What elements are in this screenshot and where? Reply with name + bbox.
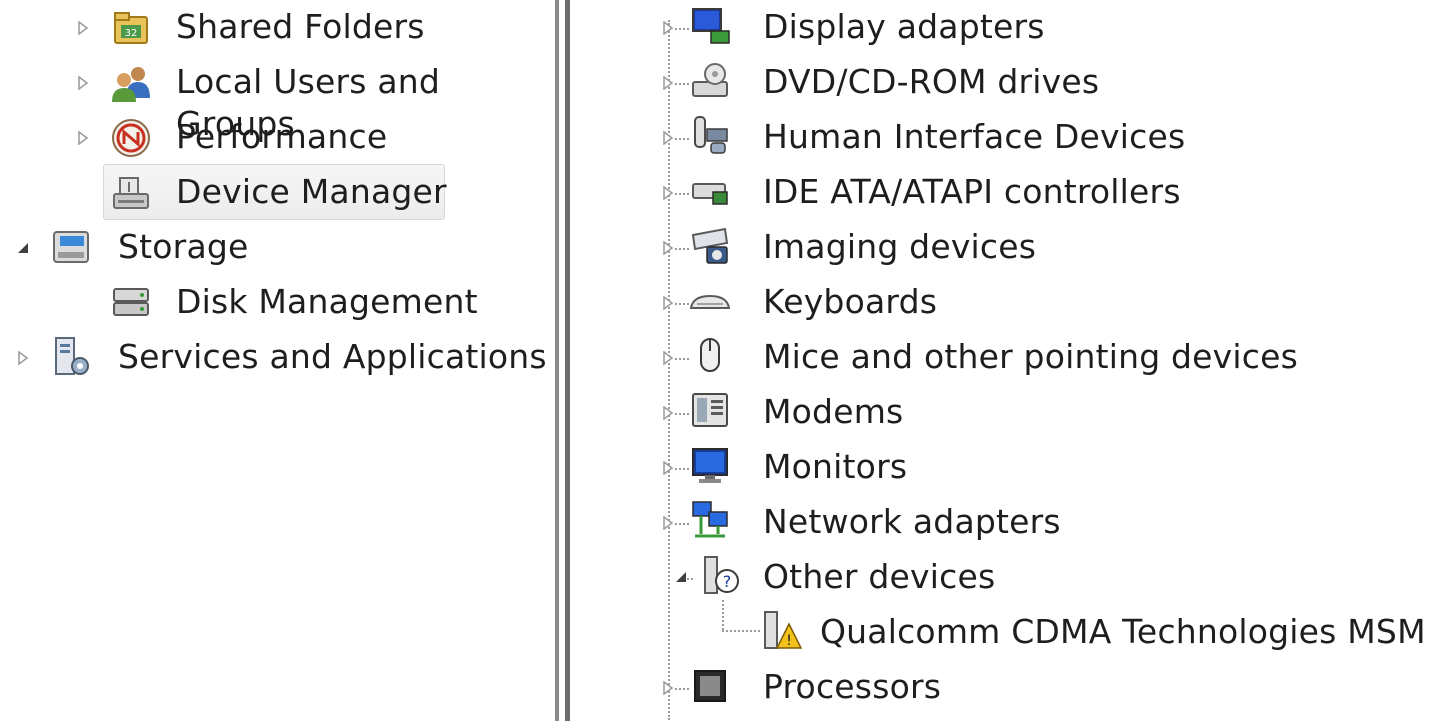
network-adapter-icon [689, 500, 731, 542]
tree-connector-line [675, 303, 689, 305]
tree-connector-line [722, 600, 724, 630]
imaging-device-icon [689, 225, 731, 267]
tree-connector-line [687, 578, 693, 580]
tree-connector-line [675, 523, 689, 525]
tree-item-services-and-applications[interactable]: Services and Applications [118, 336, 547, 378]
expand-arrow-icon[interactable] [76, 131, 90, 145]
device-category-ide-ata-atapi-controllers[interactable]: IDE ATA/ATAPI controllers [763, 171, 1181, 213]
tree-connector-line [675, 358, 689, 360]
tree-connector-line [722, 630, 760, 632]
tree-connector-line [675, 413, 689, 415]
tree-connector-line [675, 138, 689, 140]
dvd-drive-icon [689, 60, 731, 102]
tree-item-device-manager[interactable]: Device Manager [176, 171, 447, 213]
expand-arrow-icon[interactable] [661, 461, 675, 475]
splitter-edge [555, 0, 559, 721]
expand-arrow-icon[interactable] [661, 186, 675, 200]
ide-controller-icon [689, 170, 731, 212]
device-tree: Display adapters DVD/CD-ROM drives Human… [571, 0, 1441, 721]
unknown-device-icon: ? [699, 555, 741, 597]
warning-device-icon: ! [761, 610, 803, 652]
display-adapter-icon [689, 5, 731, 47]
device-category-other-devices[interactable]: Other devices [763, 556, 995, 598]
tree-connector-line [668, 20, 670, 720]
device-category-keyboards[interactable]: Keyboards [763, 281, 937, 323]
services-icon [50, 336, 92, 378]
tree-connector-line [675, 248, 689, 250]
tree-connector-line [675, 468, 689, 470]
keyboard-icon [689, 280, 731, 322]
svg-text:32: 32 [125, 28, 138, 39]
tree-item-storage[interactable]: Storage [118, 226, 249, 268]
pane-splitter[interactable] [553, 0, 571, 721]
storage-icon [50, 226, 92, 268]
tree-item-disk-management[interactable]: Disk Management [176, 281, 478, 323]
device-category-imaging-devices[interactable]: Imaging devices [763, 226, 1036, 268]
disk-management-icon [110, 281, 152, 323]
expand-arrow-icon[interactable] [661, 351, 675, 365]
device-category-mice-and-other-pointing-devices[interactable]: Mice and other pointing devices [763, 336, 1298, 378]
svg-text:?: ? [723, 572, 732, 591]
expand-arrow-icon[interactable] [76, 76, 90, 90]
device-category-modems[interactable]: Modems [763, 391, 903, 433]
tree-item-performance[interactable]: Performance [176, 116, 387, 158]
collapse-arrow-icon[interactable] [674, 570, 688, 584]
expand-arrow-icon[interactable] [661, 516, 675, 530]
expand-arrow-icon[interactable] [661, 131, 675, 145]
device-category-monitors[interactable]: Monitors [763, 446, 907, 488]
expand-arrow-icon[interactable] [661, 21, 675, 35]
console-tree: 32 Shared Folders Local Users and Groups… [0, 0, 553, 721]
performance-icon [110, 117, 152, 159]
mouse-icon [689, 335, 731, 377]
device-category-human-interface-devices[interactable]: Human Interface Devices [763, 116, 1185, 158]
tree-connector-line [675, 83, 689, 85]
processor-icon [689, 665, 731, 707]
expand-arrow-icon[interactable] [16, 351, 30, 365]
collapse-arrow-icon[interactable] [16, 241, 30, 255]
device-category-display-adapters[interactable]: Display adapters [763, 6, 1045, 48]
splitter-edge [565, 0, 570, 721]
tree-connector-line [675, 28, 689, 30]
expand-arrow-icon[interactable] [661, 241, 675, 255]
expand-arrow-icon[interactable] [661, 296, 675, 310]
tree-connector-line [675, 688, 689, 690]
expand-arrow-icon[interactable] [661, 681, 675, 695]
device-category-network-adapters[interactable]: Network adapters [763, 501, 1061, 543]
device-category-processors[interactable]: Processors [763, 666, 941, 708]
expand-arrow-icon[interactable] [661, 406, 675, 420]
tree-item-shared-folders[interactable]: Shared Folders [176, 6, 425, 48]
device-item-qualcomm-cdma-technologies-msm[interactable]: Qualcomm CDMA Technologies MSM [820, 611, 1426, 653]
users-groups-icon [110, 62, 152, 104]
shared-folders-icon: 32 [110, 7, 152, 49]
tree-connector-line [675, 193, 689, 195]
expand-arrow-icon[interactable] [661, 76, 675, 90]
modem-icon [689, 390, 731, 432]
expand-arrow-icon[interactable] [76, 21, 90, 35]
device-manager-icon [110, 172, 152, 214]
svg-text:!: ! [786, 633, 792, 649]
device-category-dvd-cd-rom-drives[interactable]: DVD/CD-ROM drives [763, 61, 1099, 103]
hid-icon [689, 115, 731, 157]
monitor-icon [689, 445, 731, 487]
